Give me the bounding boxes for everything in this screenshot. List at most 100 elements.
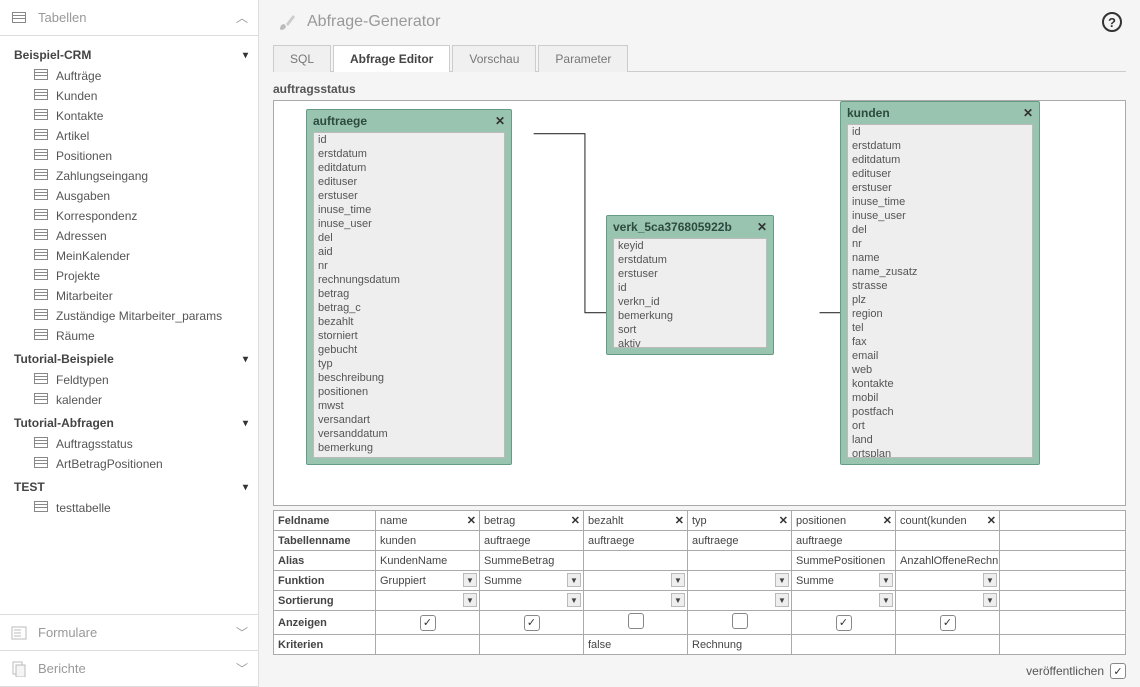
table-column[interactable]: versandart [314, 413, 504, 427]
table-box-header[interactable]: auftraege✕ [307, 110, 511, 132]
table-column[interactable]: id [848, 125, 1032, 139]
grid-cell[interactable]: ▼ [376, 591, 480, 611]
table-column[interactable]: ort [848, 419, 1032, 433]
grid-cell[interactable]: Gruppiert▼ [376, 571, 480, 591]
tree-item[interactable]: Zuständige Mitarbeiter_params [10, 306, 258, 326]
table-column[interactable]: beschreibung [314, 371, 504, 385]
remove-column-icon[interactable]: ✕ [779, 514, 788, 527]
table-box[interactable]: verk_5ca376805922b✕keyiderstdatumerstuse… [606, 215, 774, 355]
table-box-header[interactable]: kunden✕ [841, 102, 1039, 124]
grid-cell[interactable]: ▼ [792, 591, 896, 611]
tree-group[interactable]: Tutorial-Beispiele▾ [10, 346, 258, 370]
tab-params[interactable]: Parameter [538, 45, 628, 72]
table-column[interactable]: id [314, 133, 504, 147]
tree-item[interactable]: Aufträge [10, 66, 258, 86]
table-column[interactable]: positionen [314, 385, 504, 399]
grid-cell[interactable]: ▼ [480, 591, 584, 611]
table-column[interactable]: verkn_id [614, 295, 766, 309]
tab-editor[interactable]: Abfrage Editor [333, 45, 450, 72]
table-column[interactable]: mwst [314, 399, 504, 413]
dropdown-arrow-icon[interactable]: ▼ [983, 593, 997, 607]
tree-group[interactable]: Tutorial-Abfragen▾ [10, 410, 258, 434]
grid-cell[interactable]: SummeBetrag [480, 551, 584, 571]
grid-cell-empty[interactable] [1000, 551, 1126, 571]
table-column[interactable]: name_zusatz [848, 265, 1032, 279]
table-column[interactable]: editdatum [314, 161, 504, 175]
tree-item[interactable]: Kunden [10, 86, 258, 106]
show-checkbox[interactable] [732, 613, 748, 629]
dropdown-arrow-icon[interactable]: ▼ [775, 573, 789, 587]
show-checkbox[interactable] [836, 615, 852, 631]
dropdown-arrow-icon[interactable]: ▼ [463, 573, 477, 587]
grid-cell[interactable]: ▼ [688, 571, 792, 591]
remove-column-icon[interactable]: ✕ [467, 514, 476, 527]
grid-cell[interactable]: auftraege [688, 531, 792, 551]
grid-cell[interactable]: Summe▼ [480, 571, 584, 591]
grid-cell[interactable]: auftraege [480, 531, 584, 551]
grid-cell[interactable] [792, 611, 896, 635]
table-column[interactable]: erstdatum [614, 253, 766, 267]
grid-cell[interactable] [792, 635, 896, 655]
table-column[interactable]: aktiv [614, 337, 766, 348]
grid-cell[interactable] [896, 611, 1000, 635]
tree-item[interactable]: Kontakte [10, 106, 258, 126]
tree-item[interactable]: testtabelle [10, 498, 258, 518]
table-box[interactable]: kunden✕iderstdatumeditdatumeditusererstu… [840, 101, 1040, 465]
table-column[interactable]: region [848, 307, 1032, 321]
table-column[interactable]: sort [614, 323, 766, 337]
sidebar-section-reports[interactable]: Berichte ﹀ [0, 651, 258, 687]
table-column[interactable]: gebucht [314, 343, 504, 357]
grid-cell[interactable]: count(kunden✕ [896, 511, 1000, 531]
table-column[interactable]: aid [314, 245, 504, 259]
tab-preview[interactable]: Vorschau [452, 45, 536, 72]
tree-item[interactable]: MeinKalender [10, 246, 258, 266]
table-column[interactable]: inuse_user [314, 217, 504, 231]
dropdown-arrow-icon[interactable]: ▼ [567, 573, 581, 587]
dropdown-arrow-icon[interactable]: ▼ [567, 593, 581, 607]
table-column[interactable]: erstuser [614, 267, 766, 281]
table-column[interactable]: mobil [848, 391, 1032, 405]
grid-cell-empty[interactable] [1000, 611, 1126, 635]
grid-cell[interactable]: SummePositionen [792, 551, 896, 571]
dropdown-arrow-icon[interactable]: ▼ [879, 573, 893, 587]
grid-cell[interactable]: auftraege [792, 531, 896, 551]
grid-cell[interactable] [584, 611, 688, 635]
table-column[interactable]: betrag_c [314, 301, 504, 315]
grid-cell-empty[interactable] [1000, 571, 1126, 591]
show-checkbox[interactable] [940, 615, 956, 631]
table-column[interactable]: land [848, 433, 1032, 447]
remove-column-icon[interactable]: ✕ [883, 514, 892, 527]
table-column[interactable]: del [848, 223, 1032, 237]
help-button[interactable]: ? [1102, 12, 1122, 32]
table-column[interactable]: id [614, 281, 766, 295]
grid-cell[interactable] [376, 635, 480, 655]
table-column[interactable]: kontakte [848, 377, 1032, 391]
grid-cell-empty[interactable] [1000, 591, 1126, 611]
grid-cell[interactable]: bezahlt✕ [584, 511, 688, 531]
publish-checkbox[interactable] [1110, 663, 1126, 679]
table-column[interactable]: tel [848, 321, 1032, 335]
table-column-list[interactable]: iderstdatumeditdatumeditusererstuserinus… [313, 132, 505, 458]
tree-item[interactable]: kalender [10, 390, 258, 410]
grid-cell[interactable]: typ✕ [688, 511, 792, 531]
table-column[interactable]: inuse_time [848, 195, 1032, 209]
table-column[interactable]: versanddatum [314, 427, 504, 441]
dropdown-arrow-icon[interactable]: ▼ [671, 593, 685, 607]
grid-cell[interactable]: Rechnung [688, 635, 792, 655]
sidebar-section-forms[interactable]: Formulare ﹀ [0, 615, 258, 651]
table-column[interactable]: bemerkung [614, 309, 766, 323]
tree-item[interactable]: Ausgaben [10, 186, 258, 206]
tree-group[interactable]: TEST▾ [10, 474, 258, 498]
table-column-list[interactable]: iderstdatumeditdatumeditusererstuserinus… [847, 124, 1033, 458]
tab-sql[interactable]: SQL [273, 45, 331, 72]
grid-cell[interactable]: ▼ [896, 591, 1000, 611]
table-column[interactable]: del [314, 231, 504, 245]
table-column[interactable]: bemerkung [314, 441, 504, 455]
table-box-header[interactable]: verk_5ca376805922b✕ [607, 216, 773, 238]
remove-column-icon[interactable]: ✕ [571, 514, 580, 527]
table-column[interactable]: mahnung [314, 455, 504, 458]
table-column[interactable]: nr [848, 237, 1032, 251]
grid-cell[interactable]: ▼ [584, 591, 688, 611]
table-column[interactable]: keyid [614, 239, 766, 253]
grid-cell[interactable]: positionen✕ [792, 511, 896, 531]
